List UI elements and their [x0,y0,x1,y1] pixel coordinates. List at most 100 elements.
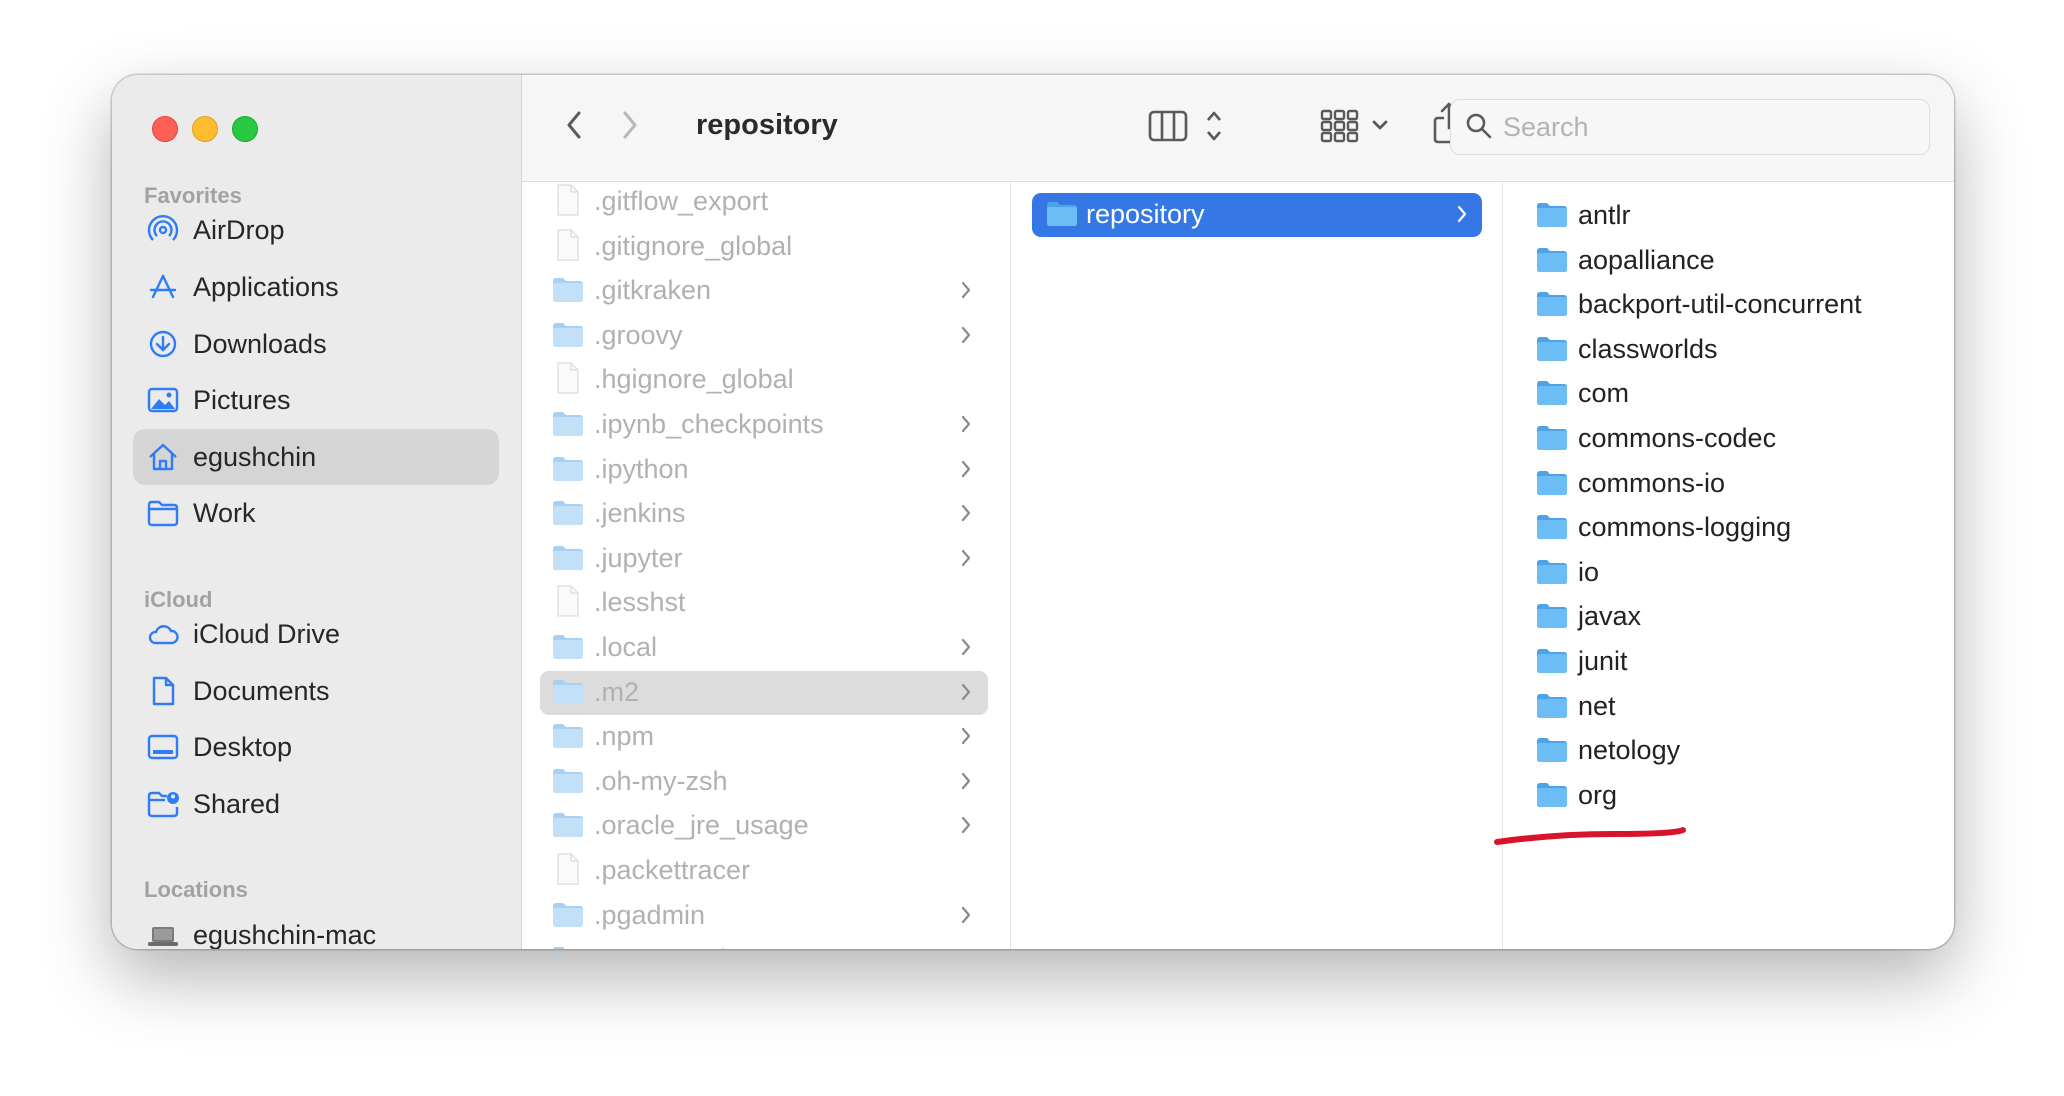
chevron-right-icon [960,548,972,568]
sidebar-item-label: iCloud Drive [193,619,341,649]
chevron-right-icon [960,325,972,345]
row-label: .postgresql [594,944,726,949]
row-label: antlr [1578,200,1631,230]
minimize-window-button[interactable] [192,116,218,142]
folder-icon [1536,514,1568,540]
row-label: .npm [594,721,655,752]
list-item[interactable]: .jenkins [540,492,988,536]
view-mode-button[interactable] [1148,109,1228,143]
sidebar-item-documents[interactable]: Documents [133,663,499,719]
folder-icon [552,545,584,571]
folder-icon [1536,693,1568,719]
list-item[interactable]: .pgadmin [540,894,988,938]
row-label: com [1578,378,1630,409]
sidebar-item-label: egushchin [193,442,317,472]
sidebar-item-label: Applications [193,272,339,302]
list-item[interactable]: javax [1522,595,1954,639]
list-item[interactable]: .oh-my-zsh [540,760,988,804]
list-item[interactable]: commons-codec [1522,417,1954,461]
folder-icon [552,902,584,928]
list-item[interactable]: com [1522,372,1954,416]
close-window-button[interactable] [152,116,178,142]
list-item[interactable]: .packettracer [540,849,988,893]
chevron-right-icon [960,682,972,702]
sidebar-item-label: Downloads [193,329,327,359]
row-label: io [1578,556,1600,587]
sidebar-item-label: Shared [193,789,281,819]
sidebar-item-egushchin[interactable]: egushchin [133,429,499,485]
sidebar-item-downloads[interactable]: Downloads [133,316,499,372]
folder-icon [552,634,584,660]
row-label: commons-codec [1578,423,1777,453]
folder-icon [552,277,584,303]
list-item[interactable]: .m2 [540,670,988,715]
search-icon [1465,112,1493,140]
list-item[interactable]: .local [540,626,988,670]
row-label: .m2 [594,676,640,707]
list-item[interactable]: net [1522,685,1954,729]
row-label: net [1578,690,1616,721]
list-item[interactable]: .gitkraken [540,269,988,313]
row-label: .packettracer [594,855,751,885]
list-item[interactable]: junit [1522,640,1954,684]
forward-button[interactable] [622,109,638,141]
back-button[interactable] [566,109,582,141]
sidebar-item-egushchin-mac[interactable]: egushchin-mac [133,907,499,949]
folder-icon [1536,603,1568,629]
sidebar-item-pictures[interactable]: Pictures [133,372,499,428]
list-item[interactable]: io [1522,551,1954,595]
chevron-right-icon [960,503,972,523]
list-item[interactable]: .npm [540,715,988,759]
sidebar-item-applications[interactable]: Applications [133,259,499,315]
toolbar: repository Search [522,75,1954,182]
downloads-icon [147,329,179,359]
list-item[interactable]: .groovy [540,314,988,358]
row-label: .gitignore_global [594,230,793,261]
cloud-icon [147,619,179,649]
document-icon [147,676,179,706]
list-item[interactable]: .ipython [540,448,988,492]
list-item[interactable]: backport-util-concurrent [1522,283,1954,327]
list-item[interactable]: .hgignore_global [540,358,988,402]
chevron-right-icon [960,637,972,657]
list-item[interactable]: org [1522,774,1954,818]
row-label: .jupyter [594,542,683,573]
sidebar-item-shared[interactable]: Shared [133,776,499,832]
chevron-right-icon [960,280,972,300]
list-item[interactable]: .jupyter [540,537,988,581]
list-item[interactable]: commons-io [1522,462,1954,506]
pictures-icon [147,385,179,415]
home-icon [147,442,179,472]
list-item[interactable]: netology [1522,729,1954,773]
list-item[interactable]: repository [1032,193,1482,237]
list-item[interactable]: aopalliance [1522,239,1954,283]
group-by-button[interactable] [1320,107,1400,145]
row-label: .ipython [594,453,689,484]
search-placeholder: Search [1503,112,1589,142]
zoom-window-button[interactable] [232,116,258,142]
list-item[interactable]: antlr [1522,194,1954,238]
search-field[interactable]: Search [1450,99,1930,155]
list-item[interactable]: .gitignore_global [540,225,988,269]
list-item[interactable]: commons-logging [1522,506,1954,550]
list-item[interactable]: .postgresql [540,938,988,949]
sidebar-item-label: AirDrop [193,215,285,245]
sidebar-item-icloud-drive[interactable]: iCloud Drive [133,606,499,662]
folder-icon [1536,336,1568,362]
folder-icon [1536,470,1568,496]
document-icon [556,853,580,885]
sidebar: Favorites AirDrop Applications Downloads [112,75,522,949]
list-item[interactable]: .ipynb_checkpoints [540,403,988,447]
list-item[interactable]: .lesshst [540,581,988,625]
row-label: .ipynb_checkpoints [594,409,824,439]
chevron-right-icon [960,815,972,835]
list-item[interactable]: .oracle_jre_usage [540,804,988,848]
sidebar-item-desktop[interactable]: Desktop [133,719,499,775]
desktop-icon [147,732,179,762]
list-item[interactable]: classworlds [1522,328,1954,372]
sidebar-item-airdrop[interactable]: AirDrop [133,202,499,258]
sidebar-item-work[interactable]: Work [133,485,499,541]
row-label: .jenkins [594,498,686,529]
list-item[interactable]: .gitflow_export [540,182,988,224]
folder-icon [1046,201,1078,227]
